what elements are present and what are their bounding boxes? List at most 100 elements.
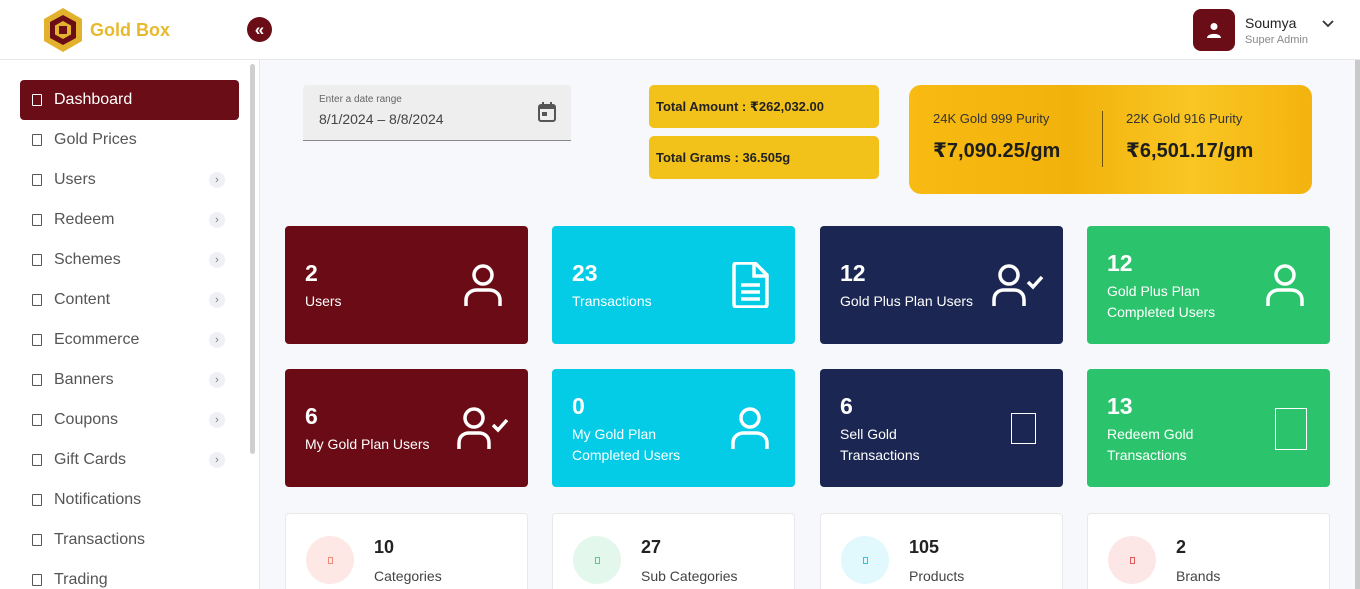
sidebar-item-trading[interactable]: Trading — [20, 560, 239, 589]
gold-price-card: 24K Gold 999 Purity ₹7,090.25/gm 22K Gol… — [909, 85, 1312, 194]
sidebar-item-gift-cards[interactable]: Gift Cards › — [20, 440, 239, 480]
menu-item-icon — [32, 294, 42, 306]
sidebar-scrollbar[interactable] — [250, 64, 255, 454]
sidebar-item-gold-prices[interactable]: Gold Prices — [20, 120, 239, 160]
summary-card-sub-categories[interactable]: 27 Sub Categories — [552, 513, 795, 589]
chevron-right-icon[interactable]: › — [209, 332, 225, 348]
menu-item-icon — [32, 214, 42, 226]
stat-value: 13 — [1107, 393, 1133, 419]
chevron-right-icon[interactable]: › — [209, 452, 225, 468]
sidebar-item-dashboard[interactable]: Dashboard — [20, 80, 239, 120]
summary-label: Categories — [374, 568, 442, 584]
chevron-right-icon[interactable]: › — [209, 412, 225, 428]
stat-value: 6 — [840, 393, 853, 419]
price-22k-value: ₹6,501.17/gm — [1126, 140, 1254, 162]
menu-item-icon — [32, 94, 42, 106]
price-22k-title: 22K Gold 916 Purity — [1126, 111, 1243, 126]
placeholder-icon — [1275, 408, 1307, 450]
total-amount-badge: Total Amount : ₹262,032.00 — [649, 85, 879, 128]
summary-icon-circle — [573, 536, 621, 584]
sidebar-item-label: Notifications — [54, 491, 142, 508]
stat-label: Gold Plus Plan Completed Users — [1107, 283, 1216, 320]
sidebar-item-label: Dashboard — [54, 91, 133, 108]
summary-card-categories[interactable]: 10 Categories — [285, 513, 528, 589]
total-grams-badge: Total Grams : 36.505g — [649, 136, 879, 179]
summary-value: 105 — [909, 537, 940, 557]
summary-card-brands[interactable]: 2 Brands — [1087, 513, 1330, 589]
stat-card-my-gold-plan-users[interactable]: 6 My Gold Plan Users — [285, 369, 528, 487]
sidebar-item-banners[interactable]: Banners › — [20, 360, 239, 400]
sidebar-item-schemes[interactable]: Schemes › — [20, 240, 239, 280]
sidebar: Dashboard Gold Prices Users › Redeem › Schemes… — [0, 60, 260, 589]
stat-card-gold-plus-plan-users[interactable]: 12 Gold Plus Plan Users — [820, 226, 1063, 344]
user-role: Super Admin — [1245, 33, 1308, 46]
chevron-right-icon[interactable]: › — [209, 292, 225, 308]
summary-value: 2 — [1176, 537, 1187, 557]
top-header: Gold Box « Soumya Super Admin — [0, 0, 1360, 60]
menu-item-icon — [32, 494, 42, 506]
stat-label: My Gold Plan Completed Users — [572, 426, 681, 463]
sidebar-item-ecommerce[interactable]: Ecommerce › — [20, 320, 239, 360]
summary-label: Brands — [1176, 568, 1221, 584]
stat-card-redeem-gold-transactions[interactable]: 13 Redeem Gold Transactions — [1087, 369, 1330, 487]
sidebar-item-redeem[interactable]: Redeem › — [20, 200, 239, 240]
summary-icon-circle — [1108, 536, 1156, 584]
stat-card-gold-plus-plan-completed-users[interactable]: 12 Gold Plus Plan Completed Users — [1087, 226, 1330, 344]
stat-card-sell-gold-transactions[interactable]: 6 Sell Gold Transactions — [820, 369, 1063, 487]
stat-card-transactions[interactable]: 23 Transactions — [552, 226, 795, 344]
sidebar-item-transactions[interactable]: Transactions — [20, 520, 239, 560]
placeholder-icon — [1011, 413, 1036, 444]
sidebar-item-label: Coupons — [54, 411, 119, 428]
sidebar-item-label: Ecommerce — [54, 331, 140, 348]
date-range-label: Enter a date range — [319, 94, 402, 105]
collapse-sidebar-button[interactable]: « — [247, 17, 272, 42]
calendar-icon[interactable] — [537, 101, 557, 123]
stat-value: 23 — [572, 260, 598, 286]
price-24k-title: 24K Gold 999 Purity — [933, 111, 1050, 126]
chevron-right-icon[interactable]: › — [209, 172, 225, 188]
summary-icon-circle — [306, 536, 354, 584]
stat-value: 6 — [305, 403, 318, 429]
sidebar-item-label: Gift Cards — [54, 451, 127, 468]
date-range-value[interactable]: 8/1/2024 – 8/8/2024 — [319, 111, 444, 127]
stat-label: Transactions — [572, 293, 652, 309]
user-check-icon — [992, 262, 1044, 313]
sidebar-item-notifications[interactable]: Notifications — [20, 480, 239, 520]
chevron-right-icon[interactable]: › — [209, 252, 225, 268]
summary-glyph-icon — [1129, 556, 1135, 564]
app-name: Gold Box — [90, 19, 170, 40]
date-range-picker[interactable]: Enter a date range 8/1/2024 – 8/8/2024 — [303, 85, 571, 141]
summary-glyph-icon — [594, 556, 600, 564]
summary-glyph-icon — [862, 556, 868, 564]
main-scrollbar[interactable] — [1355, 60, 1360, 589]
user-menu[interactable]: Soumya Super Admin — [1193, 9, 1334, 51]
menu-item-icon — [32, 134, 42, 146]
document-icon — [730, 261, 770, 313]
price-24k-value: ₹7,090.25/gm — [933, 140, 1061, 162]
stat-value: 0 — [572, 393, 585, 419]
summary-label: Sub Categories — [641, 568, 738, 584]
chevron-right-icon[interactable]: › — [209, 212, 225, 228]
sidebar-item-label: Schemes — [54, 251, 121, 268]
chevron-down-icon[interactable] — [1322, 20, 1334, 28]
menu-item-icon — [32, 454, 42, 466]
stat-card-my-gold-plan-completed-users[interactable]: 0 My Gold Plan Completed Users — [552, 369, 795, 487]
stat-value: 2 — [305, 260, 318, 286]
price-divider — [1102, 111, 1103, 167]
summary-icon-circle — [841, 536, 889, 584]
sidebar-item-label: Redeem — [54, 211, 115, 228]
sidebar-item-coupons[interactable]: Coupons › — [20, 400, 239, 440]
menu-item-icon — [32, 414, 42, 426]
sidebar-item-users[interactable]: Users › — [20, 160, 239, 200]
sidebar-item-content[interactable]: Content › — [20, 280, 239, 320]
brand-logo[interactable]: Gold Box — [42, 7, 170, 53]
chevron-right-icon[interactable]: › — [209, 372, 225, 388]
user-icon — [463, 262, 503, 313]
avatar — [1193, 9, 1235, 51]
gold-box-logo-icon — [44, 8, 82, 52]
menu-item-icon — [32, 534, 42, 546]
stat-card-users[interactable]: 2 Users — [285, 226, 528, 344]
summary-card-products[interactable]: 105 Products — [820, 513, 1063, 589]
user-icon — [1265, 262, 1305, 313]
summary-glyph-icon — [327, 556, 333, 564]
